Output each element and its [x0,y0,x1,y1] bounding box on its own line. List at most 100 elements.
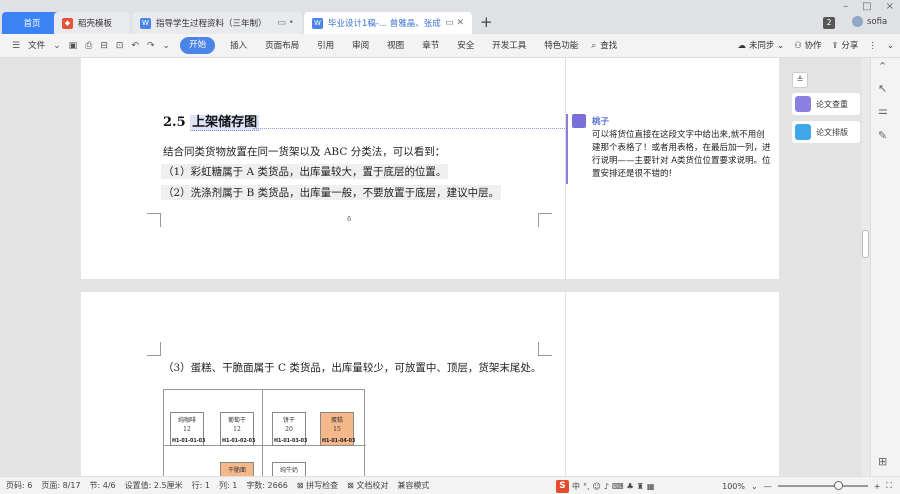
close-tab-icon[interactable]: ▭ ✕ [441,18,464,28]
zoom-slider-handle[interactable] [833,481,843,490]
spell-check-button[interactable]: ⊠ 拼写检查 [297,480,338,491]
minimize-button[interactable]: – [843,0,848,14]
sync-status[interactable]: ☁ 未同步 ⌄ [738,34,785,58]
menu-insert[interactable]: 插入 [221,34,256,58]
comment-pane: 桃子 可以将货位直接在这段文字中给出来,就不用创建那个表格了！或者用表格，在最后… [565,58,779,279]
crop-mark [538,342,552,356]
save-icon[interactable]: ▣ [65,41,82,51]
search-icon: ⌕ [591,40,597,51]
select-cursor-icon[interactable]: ↖ [878,82,887,95]
menu-developer[interactable]: 开发工具 [483,34,535,58]
status-row: 行: 1 [191,481,210,490]
collaborate-button[interactable]: ⚇ 协作 [794,34,821,58]
zoom-dropdown-icon[interactable]: ⌄ [751,482,758,491]
more-quick-access-icon[interactable]: ⌄ [159,41,175,51]
heading-text: 上架储存图 [190,115,260,131]
shelf-cell-qty: 15 [333,426,341,433]
window-count-badge[interactable]: 2 [823,17,835,29]
zoom-out-button[interactable]: — [764,482,772,491]
paragraph-item-2: （2）洗涤剂属于 B 类货品，出库量一般，不要放置于底层，建议中层。 [161,185,502,200]
status-page[interactable]: 页面: 8/17 [41,480,80,491]
undo-icon[interactable]: ↶ [127,41,143,51]
menu-review[interactable]: 审阅 [343,34,378,58]
menu-view[interactable]: 视图 [378,34,413,58]
share-button-label: 分享 [841,41,859,51]
menu-find[interactable]: 查找 [600,34,626,58]
tab-document-thesis[interactable]: W 毕业设计1稿-... 曾雅晶、张成 ▭ ✕ [304,12,472,34]
chevron-down-icon[interactable]: ⌄ [49,41,65,51]
shelf-diagram[interactable]: 纯咖啡 12 H1-01-01-03 葡萄干 12 H1-01-02-03 饼干… [163,389,366,476]
menu-file[interactable]: 文件 [24,34,49,58]
shirt-icon[interactable]: ♜ [637,482,644,491]
comment-author: 桃子 [592,117,610,127]
punctuation-icon[interactable]: °, [583,482,590,491]
fullscreen-icon[interactable]: ⛶ [886,481,892,491]
status-word-count[interactable]: 字数: 2666 [246,480,288,491]
hamburger-icon[interactable]: ☰ [8,41,24,51]
tab-template[interactable]: ◆ 稻壳模板 [54,12,130,34]
comment-card[interactable]: 桃子 可以将货位直接在这段文字中给出来,就不用创建那个表格了！或者用表格，在最后… [572,114,772,181]
shelf-cell-qty: 12 [183,426,191,433]
shelf-cell-name: 干脆面 [227,467,246,474]
thesis-format-button[interactable]: 论文排版 [792,121,860,143]
collapse-up-icon[interactable]: ⌃ [878,60,887,73]
thesis-check-button[interactable]: 论文查重 [792,93,860,115]
menu-page-layout[interactable]: 页面布局 [256,34,308,58]
shelf-cell-name: 饼干 [282,417,295,424]
comment-avatar [572,114,586,128]
print-preview-icon[interactable]: ⎙ [81,41,96,51]
settings-sliders-icon[interactable]: ⚌ [878,104,888,117]
print-icon[interactable]: ⊟ [96,41,112,51]
menu-security[interactable]: 安全 [448,34,483,58]
ime-toolbar[interactable]: S 中 °, ☺ ♪ ⌨ ♣ ♜ ▦ [556,477,654,494]
tab-home[interactable]: 首页 [2,12,62,34]
crop-mark [538,213,552,227]
thesis-check-icon [795,96,811,112]
tab-document-guide[interactable]: W 指导学生过程资料（三年制） ▭ • [132,12,302,34]
vertical-scrollbar[interactable] [862,58,870,476]
menu-chapter[interactable]: 章节 [413,34,448,58]
scrollbar-thumb[interactable] [862,230,869,258]
menu-references[interactable]: 引用 [308,34,343,58]
shelf-cell-name: 纯咖啡 [177,417,196,424]
user-account[interactable]: sofia [852,16,887,27]
document-page[interactable]: 2.5 上架储存图 结合同类货物放置在同一货架以及 ABC 分类法，可以看到： … [81,58,779,279]
status-setting[interactable]: 设置值: 2.5厘米 [125,480,183,491]
export-pdf-icon[interactable]: ⊡ [112,41,128,51]
menu-features[interactable]: 特色功能 [535,34,587,58]
skin-icon[interactable]: ♣ [627,482,634,491]
status-page-code[interactable]: 页码: 6 [6,480,32,491]
grid-icon[interactable]: ⊞ [878,455,887,468]
proofread-button[interactable]: ⊠ 文档校对 [347,480,388,491]
emoji-icon[interactable]: ☺ [593,482,601,491]
title-bar: 首页 ◆ 稻壳模板 W 指导学生过程资料（三年制） ▭ • W 毕业设计1稿-.… [0,0,900,34]
toolbox-icon[interactable]: ▦ [647,482,655,491]
keyboard-icon[interactable]: ⌨ [612,482,624,491]
docer-icon: ◆ [62,17,73,29]
page-number: 6 [347,215,352,223]
zoom-level[interactable]: 100% [722,482,745,491]
maximize-button[interactable]: □ [862,0,871,14]
document-canvas[interactable]: 2.5 上架储存图 结合同类货物放置在同一货架以及 ABC 分类法，可以看到： … [0,58,862,476]
collapse-ribbon-icon[interactable]: ⌄ [887,34,894,58]
pen-icon[interactable]: ✎ [878,129,887,142]
status-section[interactable]: 节: 4/6 [90,480,116,491]
zoom-slider[interactable] [777,481,868,490]
tab-monitor-icon[interactable]: ▭ • [273,18,294,28]
share-button[interactable]: ⇪ 分享 [832,34,859,58]
panel-toggle-icon[interactable]: ≙ [792,72,808,88]
new-tab-button[interactable]: + [480,14,493,30]
redo-icon[interactable]: ↷ [143,41,159,51]
paragraph-intro: 结合同类货物放置在同一货架以及 ABC 分类法，可以看到： [163,146,446,158]
microphone-icon[interactable]: ♪ [604,482,609,491]
tab-document-guide-label: 指导学生过程资料（三年制） [156,19,267,29]
close-window-button[interactable]: × [886,0,894,14]
ime-language[interactable]: 中 [572,481,580,492]
tab-document-thesis-label: 毕业设计1稿-... 曾雅晶、张成 [328,19,441,29]
menu-start[interactable]: 开始 [180,37,216,54]
spell-check-label: 拼写检查 [306,481,339,490]
zoom-in-button[interactable]: + [874,482,881,491]
shelf-cell-name: 葡萄干 [227,417,246,424]
more-menu-icon[interactable]: ⋮ [868,34,877,58]
document-page[interactable]: （3）蛋糕、干脆面属于 C 类货品，出库量较少，可放置中、顶层，货架末尾处。 纯… [81,292,779,476]
